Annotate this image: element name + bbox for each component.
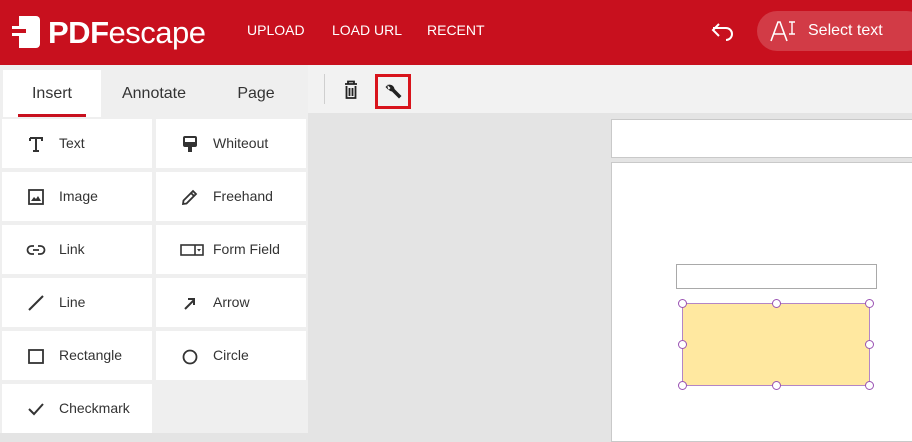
tab-page-label: Page bbox=[237, 84, 275, 102]
tab-insert-label: Insert bbox=[31, 84, 72, 102]
pencil-icon bbox=[181, 189, 198, 206]
tool-rectangle-label: Rectangle bbox=[59, 347, 123, 363]
rectangle-icon bbox=[28, 349, 44, 364]
text-cursor-icon bbox=[770, 21, 795, 42]
tool-link[interactable]: Link bbox=[2, 225, 152, 274]
select-text-button[interactable]: Select text bbox=[757, 11, 912, 51]
properties-button[interactable] bbox=[375, 74, 411, 109]
logo-icon bbox=[12, 16, 40, 48]
resize-handle-top-left[interactable] bbox=[678, 299, 687, 308]
tab-annotate-label: Annotate bbox=[121, 84, 187, 102]
nav-load-url[interactable]: LOAD URL bbox=[332, 22, 402, 38]
tool-freehand-label: Freehand bbox=[213, 188, 273, 204]
nav-upload[interactable]: UPLOAD bbox=[247, 22, 305, 38]
resize-handle-top[interactable] bbox=[772, 299, 781, 308]
previous-page bbox=[611, 119, 912, 158]
tool-line-label: Line bbox=[59, 294, 86, 310]
tool-form-field[interactable]: Form Field bbox=[156, 225, 306, 274]
logo-escape: escape bbox=[108, 14, 206, 50]
tool-arrow-label: Arrow bbox=[213, 294, 250, 310]
resize-handle-top-right[interactable] bbox=[865, 299, 874, 308]
arrow-icon bbox=[184, 298, 195, 310]
tool-rectangle[interactable]: Rectangle bbox=[2, 331, 152, 380]
tool-checkmark[interactable]: Checkmark bbox=[2, 384, 152, 433]
tool-freehand[interactable]: Freehand bbox=[156, 172, 306, 221]
tool-form-field-label: Form Field bbox=[213, 241, 280, 257]
app-header: PDFescape UPLOAD LOAD URL RECENT Select … bbox=[0, 0, 912, 65]
tab-annotate[interactable]: Annotate bbox=[104, 70, 204, 117]
tool-image[interactable]: Image bbox=[2, 172, 152, 221]
form-field-box[interactable] bbox=[676, 264, 877, 289]
resize-handle-left[interactable] bbox=[678, 340, 687, 349]
trash-icon[interactable] bbox=[333, 73, 369, 108]
image-icon bbox=[28, 189, 44, 205]
checkmark-icon bbox=[28, 403, 44, 416]
logo-pdf: PDF bbox=[48, 14, 109, 50]
insert-panel: Insert Annotate Page Text Whiteout Image… bbox=[0, 65, 308, 433]
tool-circle[interactable]: Circle bbox=[156, 331, 306, 380]
resize-handle-bottom-right[interactable] bbox=[865, 381, 874, 390]
circle-icon bbox=[182, 349, 198, 365]
tool-image-label: Image bbox=[59, 188, 98, 204]
tool-link-label: Link bbox=[59, 241, 85, 257]
toolbar-divider bbox=[324, 74, 325, 104]
form-field-icon bbox=[180, 244, 204, 256]
tab-page[interactable]: Page bbox=[206, 70, 306, 117]
resize-handle-right[interactable] bbox=[865, 340, 874, 349]
tool-text-label: Text bbox=[59, 135, 85, 151]
whiteout-icon bbox=[183, 136, 197, 152]
tool-text[interactable]: Text bbox=[2, 119, 152, 168]
tool-checkmark-label: Checkmark bbox=[59, 400, 130, 416]
tool-line[interactable]: Line bbox=[2, 278, 152, 327]
tool-whiteout[interactable]: Whiteout bbox=[156, 119, 306, 168]
logo-wordmark: PDFescape bbox=[48, 14, 206, 50]
tool-circle-label: Circle bbox=[213, 347, 249, 363]
text-icon bbox=[29, 137, 43, 152]
tool-arrow[interactable]: Arrow bbox=[156, 278, 306, 327]
wrench-icon bbox=[385, 84, 402, 99]
undo-icon[interactable] bbox=[710, 20, 736, 42]
tab-insert[interactable]: Insert bbox=[3, 70, 101, 117]
pdfescape-logo[interactable]: PDFescape bbox=[10, 10, 206, 54]
line-icon bbox=[28, 295, 44, 311]
link-icon bbox=[26, 245, 46, 255]
select-text-label: Select text bbox=[808, 22, 883, 39]
tab-bar: Insert Annotate Page bbox=[0, 65, 308, 117]
nav-recent[interactable]: RECENT bbox=[427, 22, 485, 38]
rectangle-annotation[interactable] bbox=[682, 303, 870, 386]
resize-handle-bottom-left[interactable] bbox=[678, 381, 687, 390]
object-toolbar bbox=[308, 65, 912, 113]
active-tab-indicator bbox=[18, 114, 86, 117]
resize-handle-bottom[interactable] bbox=[772, 381, 781, 390]
tool-whiteout-label: Whiteout bbox=[213, 135, 269, 151]
